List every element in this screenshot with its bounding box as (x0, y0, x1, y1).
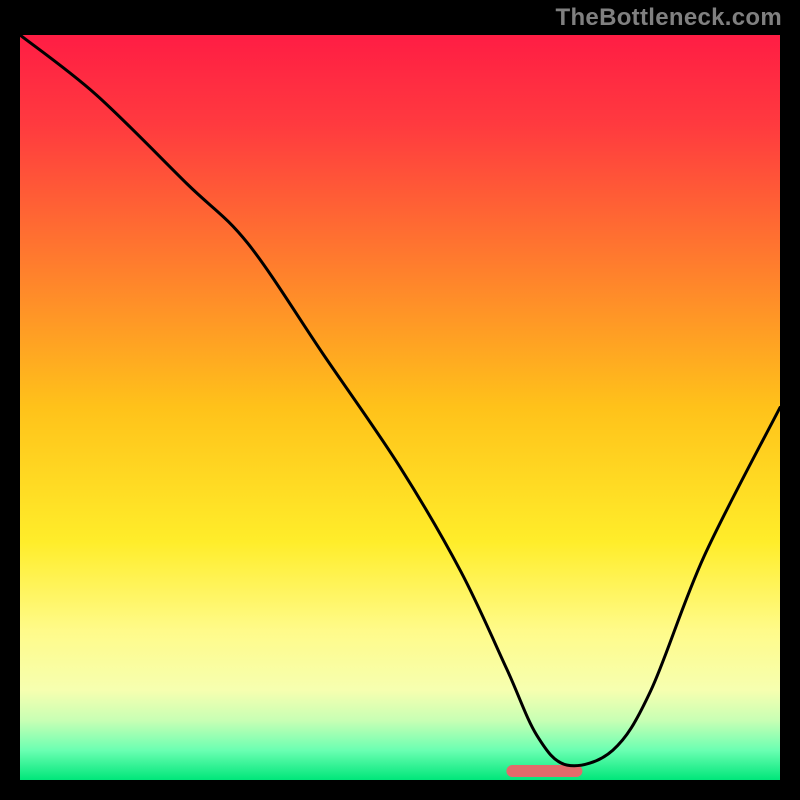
plot-frame (20, 35, 780, 780)
background-gradient (20, 35, 780, 780)
watermark-label: TheBottleneck.com (556, 4, 782, 32)
chart-svg (20, 35, 780, 780)
chart-container: TheBottleneck.com (0, 0, 800, 800)
